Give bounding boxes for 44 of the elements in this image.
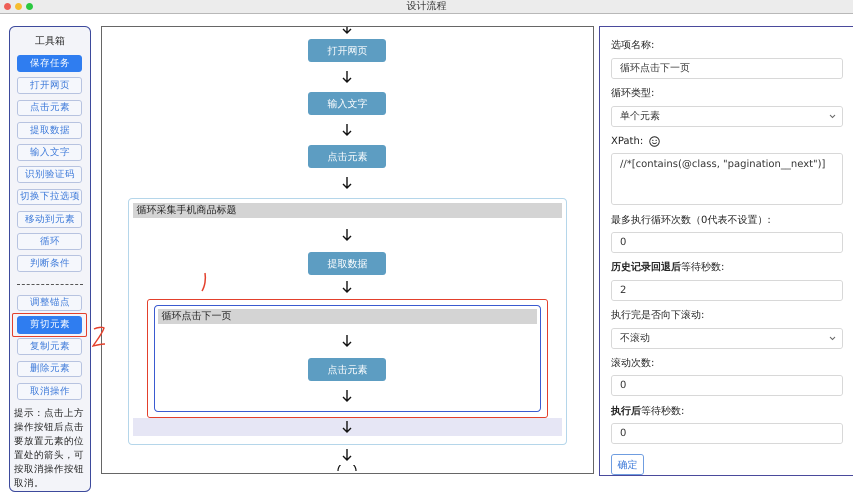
field-label: 滚动次数: (611, 356, 656, 371)
tool-button[interactable]: 循环 (17, 233, 82, 250)
input-field[interactable]: 0 (611, 375, 843, 396)
tool-button[interactable]: 判断条件 (17, 255, 82, 272)
tool-button[interactable]: 提取数据 (17, 122, 82, 138)
confirm-button[interactable]: 确定 (611, 454, 644, 475)
input-field[interactable]: 循环点击下一页 (611, 58, 843, 79)
field-label: 选项名称: (611, 38, 656, 54)
field-label: 循环类型: (611, 86, 656, 102)
input-field[interactable]: 0 (611, 423, 843, 444)
loop-title: 循环采集手机商品标题 (132, 203, 562, 218)
tool-button[interactable]: 复制元素 (17, 338, 82, 355)
window-title: 设计流程 (406, 0, 446, 13)
tool-button[interactable]: 输入文字 (17, 144, 82, 161)
flow-node[interactable]: 输入文字 (308, 92, 386, 115)
flow-node[interactable]: 点击元素 (308, 358, 386, 381)
select-field[interactable]: 不滚动 (611, 328, 843, 349)
save-button[interactable]: 保存任务 (17, 55, 82, 72)
tool-button[interactable]: 点击元素 (17, 100, 82, 116)
flow-node[interactable]: 提取数据 (308, 252, 386, 275)
tool-button[interactable]: 删除元素 (17, 360, 82, 378)
field-label: 历史记录回退后等待秒数: (611, 260, 726, 276)
hint-text: 提示：点击上方操作按钮后点击要放置元素的位置处的箭头，可按取消操作按钮取消。 (14, 407, 85, 491)
tool-button[interactable]: 剪切元素 (17, 316, 82, 334)
input-field[interactable]: 0 (611, 232, 843, 253)
tool-button[interactable]: 移动到元素 (17, 210, 82, 228)
field-label: 执行完是否向下滚动: (611, 308, 706, 324)
loop-block[interactable]: 循环采集手机商品标题 提取数据 循环点击下一页 点击元素 (128, 198, 567, 445)
textarea-field[interactable]: //*[contains(@class, "pagination__next")] (611, 153, 843, 206)
tool-button[interactable]: 取消操作 (17, 382, 82, 400)
toolbox-title: 工具箱 (34, 35, 65, 48)
flow-node[interactable]: 打开网页 (308, 39, 386, 62)
field-label: 最多执行循环次数（0代表不设置）: (611, 214, 772, 228)
input-field[interactable]: 2 (611, 280, 843, 301)
field-label: 执行后等待秒数: (611, 404, 686, 419)
tool-button[interactable]: 调整锚点 (17, 294, 82, 312)
loop-title: 循环点击下一页 (158, 309, 537, 324)
flow-node[interactable]: 点击元素 (308, 145, 386, 168)
select-field[interactable]: 单个元素 (611, 106, 843, 127)
tool-button[interactable]: 打开网页 (17, 77, 82, 94)
tool-button[interactable]: 切换下拉选项 (17, 188, 82, 206)
field-label: XPath: (611, 132, 843, 150)
tool-button[interactable]: 识别验证码 (17, 166, 82, 183)
loop-block[interactable]: 循环点击下一页 点击元素 (154, 305, 541, 412)
